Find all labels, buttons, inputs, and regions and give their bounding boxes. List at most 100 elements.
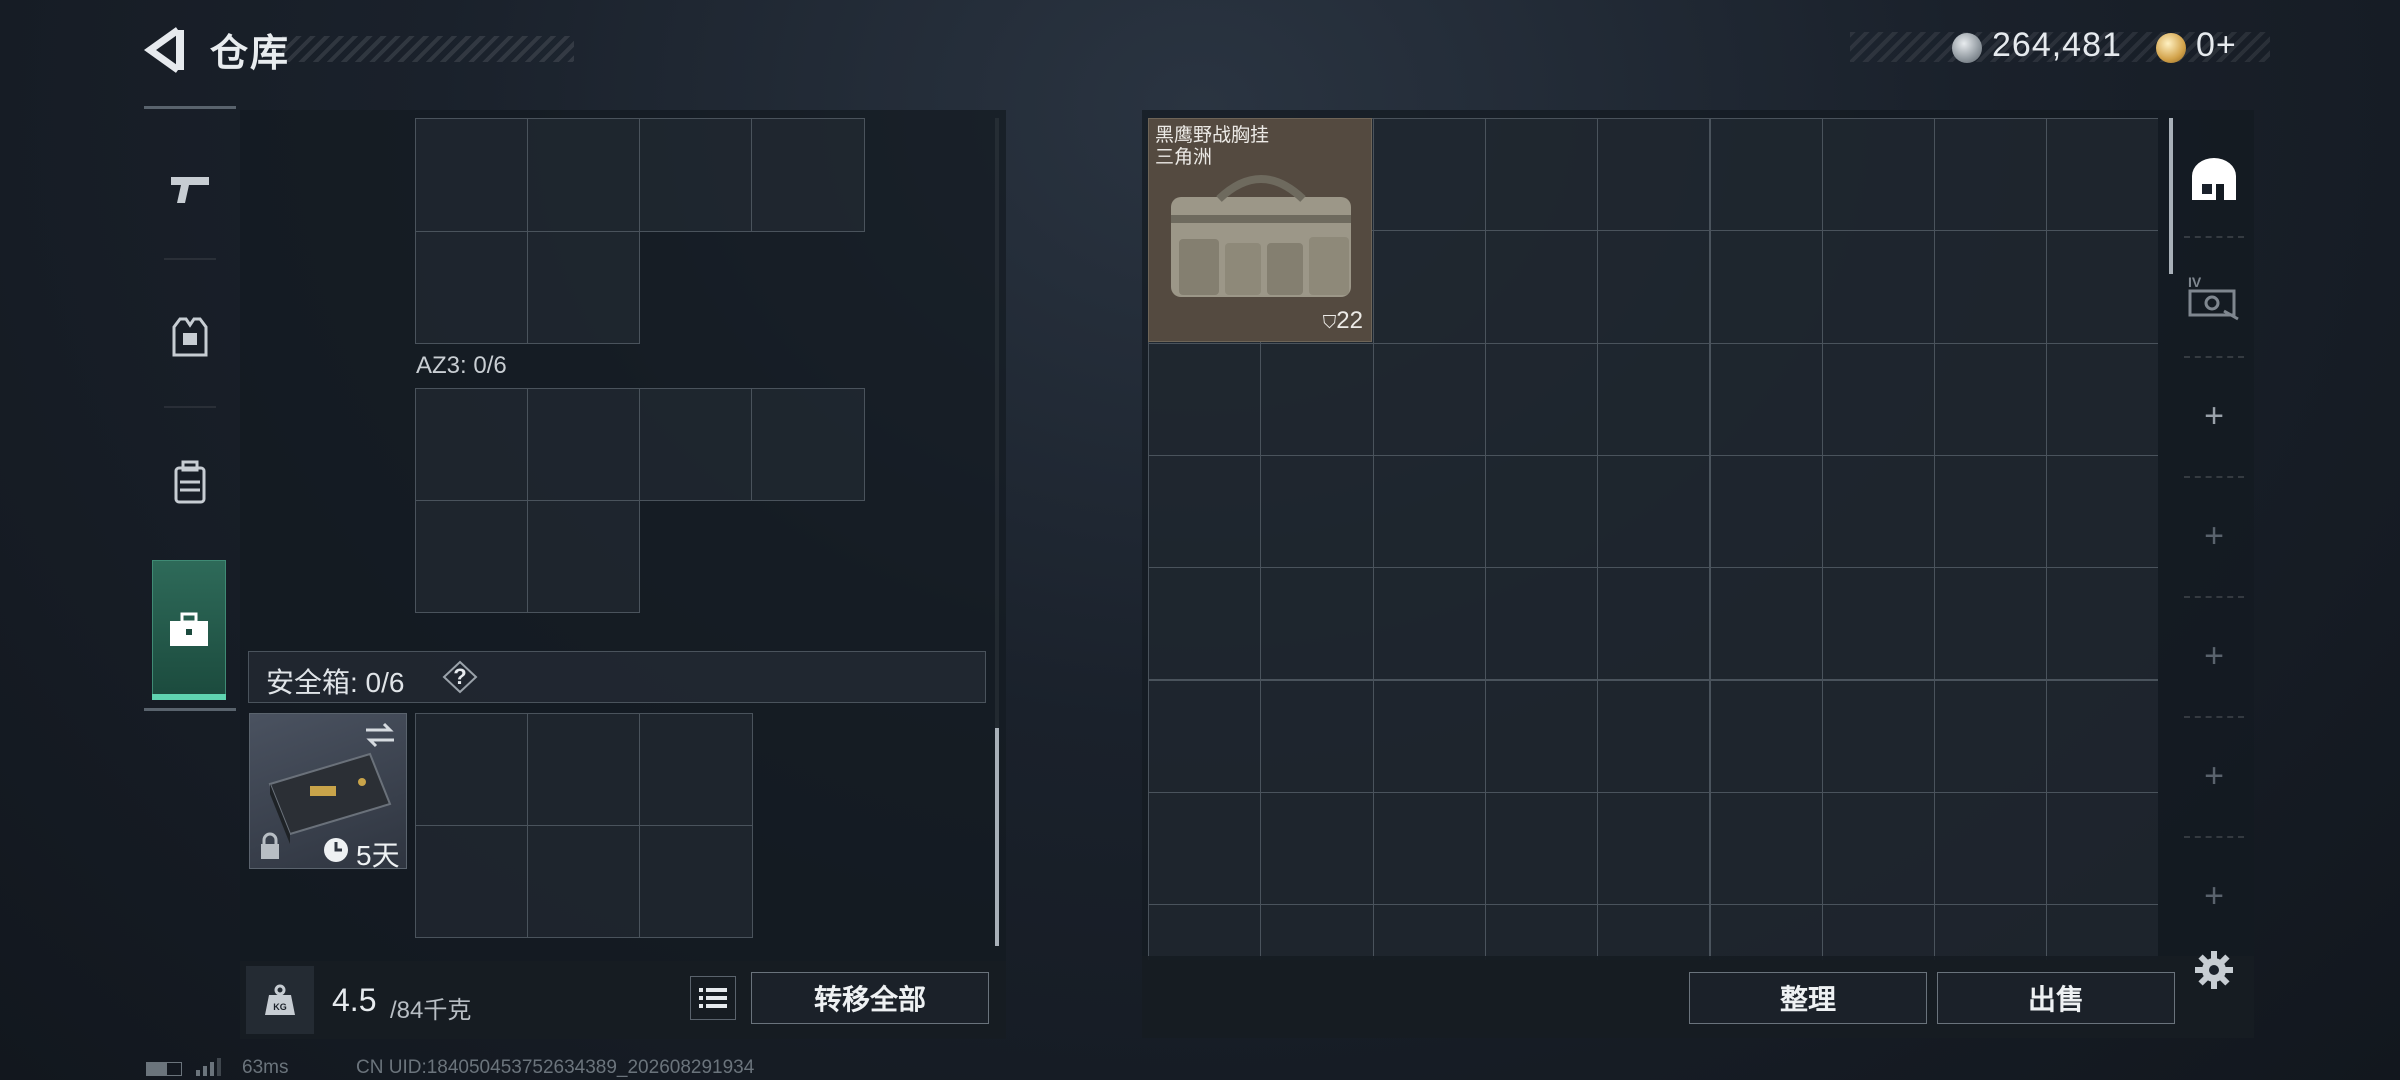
stash-slot[interactable]	[2046, 118, 2158, 232]
safe-box-slot[interactable]	[415, 825, 528, 938]
stash-slot[interactable]	[1148, 567, 1262, 681]
stash-slot[interactable]	[1372, 118, 1486, 232]
stash-slot[interactable]	[1260, 342, 1374, 456]
add-gold-button[interactable]: +	[2216, 26, 2237, 64]
az3-slot[interactable]	[527, 500, 640, 613]
stash-slot[interactable]	[1934, 904, 2048, 960]
az3-slot[interactable]	[751, 388, 865, 501]
gear-icon[interactable]	[2194, 950, 2234, 990]
stash-slot[interactable]	[1260, 567, 1374, 681]
stash-slot[interactable]	[1934, 791, 2048, 906]
stash-slot[interactable]	[1372, 567, 1486, 681]
safe-box-slot[interactable]	[527, 825, 640, 938]
stash-slot[interactable]	[1484, 230, 1599, 344]
stash-slot[interactable]	[1597, 791, 1711, 906]
list-view-button[interactable]	[690, 976, 736, 1020]
stash-slot[interactable]	[1484, 791, 1599, 906]
stash-slot[interactable]	[1260, 904, 1374, 960]
stash-slot[interactable]	[1597, 904, 1711, 960]
stash-slot[interactable]	[1821, 679, 1936, 793]
container-slot[interactable]	[415, 118, 528, 232]
stash-slot[interactable]	[1372, 904, 1486, 960]
rail-rest-button[interactable]	[2182, 130, 2246, 230]
stash-slot[interactable]	[1709, 567, 1823, 681]
stash-slot[interactable]	[1709, 230, 1823, 344]
safe-box-slot[interactable]	[639, 825, 753, 938]
stash-slot[interactable]	[2046, 230, 2158, 344]
tab-weapon[interactable]	[144, 124, 236, 254]
stash-slot[interactable]	[2046, 567, 2158, 681]
tab-safe-case[interactable]	[152, 560, 226, 700]
sell-button[interactable]: 出售	[1937, 972, 2175, 1024]
stash-slot[interactable]	[1709, 342, 1823, 456]
stash-slot[interactable]	[1934, 118, 2048, 232]
stash-slot[interactable]	[1821, 454, 1936, 569]
stash-slot[interactable]	[1934, 454, 2048, 569]
stash-slot[interactable]	[1597, 567, 1711, 681]
stash-slot[interactable]	[1372, 791, 1486, 906]
stash-slot[interactable]	[1934, 679, 2048, 793]
rail-add-slot[interactable]: +	[2182, 366, 2246, 466]
stash-grid[interactable]: 黑鹰野战胸挂 三角洲 ⛉22	[1148, 118, 2158, 960]
stash-slot[interactable]	[1597, 342, 1711, 456]
stash-slot[interactable]	[1148, 342, 1262, 456]
back-arrow-icon[interactable]	[142, 24, 188, 76]
safe-box-slot[interactable]	[415, 713, 528, 826]
stash-slot[interactable]	[1260, 791, 1374, 906]
rail-case-button[interactable]: IV	[2182, 246, 2246, 346]
stash-item-chest-rig[interactable]: 黑鹰野战胸挂 三角洲 ⛉22	[1148, 118, 1372, 342]
stash-slot[interactable]	[1709, 904, 1823, 960]
stash-slot[interactable]	[1821, 791, 1936, 906]
stash-slot[interactable]	[1260, 454, 1374, 569]
az3-slot[interactable]	[415, 500, 528, 613]
stash-scrollbar-thumb[interactable]	[2169, 118, 2173, 274]
stash-slot[interactable]	[1484, 904, 1599, 960]
help-button[interactable]: ?	[442, 660, 478, 694]
tab-backpack[interactable]	[144, 418, 236, 548]
stash-slot[interactable]	[1148, 791, 1262, 906]
swap-icon[interactable]	[362, 720, 398, 750]
stash-slot[interactable]	[1148, 454, 1262, 569]
safe-box-slot[interactable]	[527, 713, 640, 826]
rail-add-slot[interactable]: +	[2182, 846, 2246, 946]
stash-slot[interactable]	[1148, 904, 1262, 960]
stash-slot[interactable]	[1484, 454, 1599, 569]
rail-add-slot[interactable]: +	[2182, 726, 2246, 826]
stash-slot[interactable]	[1597, 230, 1711, 344]
container-slot[interactable]	[527, 231, 640, 344]
rail-add-slot[interactable]: +	[2182, 606, 2246, 706]
container-slot[interactable]	[639, 118, 752, 232]
stash-slot[interactable]	[1372, 679, 1486, 793]
safe-box-slot[interactable]	[639, 713, 753, 826]
container-slot[interactable]	[751, 118, 865, 232]
loadout-scrollbar-thumb[interactable]	[995, 728, 999, 946]
stash-slot[interactable]	[1597, 454, 1711, 569]
stash-slot[interactable]	[1260, 679, 1374, 793]
stash-slot[interactable]	[1597, 679, 1711, 793]
stash-slot[interactable]	[1372, 454, 1486, 569]
stash-slot[interactable]	[1821, 567, 1936, 681]
stash-slot[interactable]	[1821, 904, 1936, 960]
stash-slot[interactable]	[1148, 679, 1262, 793]
stash-slot[interactable]	[1709, 454, 1823, 569]
container-slot[interactable]	[415, 231, 528, 344]
stash-slot[interactable]	[1934, 342, 2048, 456]
stash-slot[interactable]	[1934, 567, 2048, 681]
az3-slot[interactable]	[639, 388, 752, 501]
stash-slot[interactable]	[2046, 454, 2158, 569]
gold-currency-value[interactable]: 0+	[2196, 26, 2237, 65]
stash-slot[interactable]	[1934, 230, 2048, 344]
stash-slot[interactable]	[1484, 342, 1599, 456]
az3-slot[interactable]	[527, 388, 640, 501]
sort-button[interactable]: 整理	[1689, 972, 1927, 1024]
transfer-all-button[interactable]: 转移全部	[751, 972, 989, 1024]
stash-slot[interactable]	[1484, 118, 1599, 232]
rail-add-slot[interactable]: +	[2182, 486, 2246, 586]
stash-slot[interactable]	[1709, 118, 1823, 232]
stash-slot[interactable]	[1709, 679, 1823, 793]
stash-slot[interactable]	[1372, 342, 1486, 456]
stash-slot[interactable]	[2046, 342, 2158, 456]
container-slot[interactable]	[527, 118, 640, 232]
stash-slot[interactable]	[2046, 791, 2158, 906]
tab-armor[interactable]	[144, 272, 236, 402]
